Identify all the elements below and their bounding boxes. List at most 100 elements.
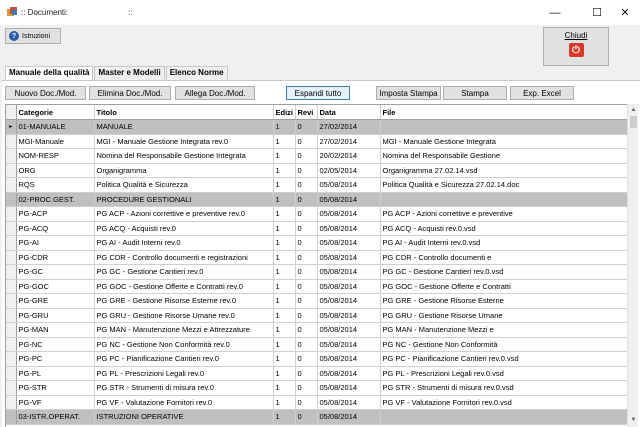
cell-titolo[interactable]: PG GOC - Gestione Offerte e Contratti re… (94, 279, 274, 294)
cell-file[interactable]: PG AI - Audit Interni rev.0.vsd (380, 235, 627, 251)
row-indicator[interactable] (6, 221, 17, 236)
cell-titolo[interactable]: PG VF - Valutazione Fornitori rev.0 (94, 395, 274, 410)
table-row[interactable]: PG-PL PG PL - Prescrizioni Legali rev.0 1 0… (6, 366, 627, 381)
cell-titolo[interactable]: PG ACP - Azioni correttive e preventive … (94, 206, 274, 222)
cell-data[interactable]: 05/08/2014 (317, 366, 381, 381)
stampa-button[interactable]: Stampa (443, 86, 507, 100)
table-row[interactable]: PG-PC PG PC - Pianificazione Cantieri rev… (6, 351, 627, 367)
cell-categoria[interactable]: PG-MAN (16, 322, 95, 338)
cell-categoria[interactable]: RQS (16, 177, 95, 193)
row-indicator[interactable] (6, 395, 17, 410)
chiudi-button[interactable]: Chiudi ⏻ (543, 27, 609, 66)
table-row[interactable]: ORG Organigramma 1 0 02/05/2014 Organigramma … (6, 163, 627, 178)
table-row[interactable]: RQS Politica Qualità e Sicurezza 1 0 05/08/2… (6, 177, 627, 193)
cell-file[interactable]: PG GRE - Gestione Risorse Esterne (380, 293, 627, 309)
table-row[interactable]: PG-GRE PG GRE - Gestione Risorse Esterne … (6, 293, 627, 309)
cell-categoria[interactable]: PG-CDR (16, 250, 95, 265)
row-indicator[interactable]: ▸ (6, 119, 17, 135)
cell-categoria[interactable]: PG-GOC (16, 279, 95, 294)
cell-edizione[interactable]: 1 (273, 119, 296, 135)
cell-categoria[interactable]: PG-GRE (16, 293, 95, 309)
cell-data[interactable]: 05/08/2014 (317, 395, 381, 410)
cell-file[interactable]: PG PL - Prescrizioni Legali rev.0.vsd (380, 366, 627, 381)
cell-revisione[interactable]: 0 (295, 148, 318, 164)
cell-titolo[interactable]: PG CDR - Controllo documenti e registraz… (94, 250, 274, 265)
tab-manuale-qualita[interactable]: Manuale della qualità (5, 66, 94, 81)
cell-edizione[interactable]: 1 (273, 322, 296, 338)
row-indicator[interactable] (6, 293, 17, 309)
cell-edizione[interactable]: 1 (273, 409, 296, 425)
cell-file[interactable]: PG ACQ - Acquisti rev.0.vsd (380, 221, 627, 236)
cell-data[interactable]: 05/08/2014 (317, 235, 381, 251)
cell-data[interactable]: 27/02/2014 (317, 134, 381, 149)
imposta-stampa-button[interactable]: Imposta Stampa (376, 86, 441, 100)
cell-edizione[interactable]: 1 (273, 221, 296, 236)
cell-titolo[interactable]: MGI - Manuale Gestione Integrata rev.0 (94, 134, 274, 149)
cell-data[interactable]: 05/08/2014 (317, 206, 381, 222)
cell-revisione[interactable]: 0 (295, 322, 318, 338)
cell-categoria[interactable]: ORG (16, 163, 95, 178)
cell-categoria[interactable]: PG-VF (16, 395, 95, 410)
row-indicator[interactable] (6, 177, 17, 193)
grid-scrollbar[interactable]: ▲ ▼ (627, 104, 638, 427)
row-indicator[interactable] (6, 322, 17, 338)
table-row[interactable]: PG-VF PG VF - Valutazione Fornitori rev.0… (6, 395, 627, 410)
cell-revisione[interactable]: 0 (295, 380, 318, 396)
row-indicator[interactable] (6, 409, 17, 425)
col-edizione[interactable]: Edizi (273, 105, 296, 120)
cell-file[interactable]: PG STR - Strumenti di misura rev.0.vsd (380, 380, 627, 396)
cell-file[interactable]: PG MAN - Manutenzione Mezzi e (380, 322, 627, 338)
cell-revisione[interactable]: 0 (295, 206, 318, 222)
cell-revisione[interactable]: 0 (295, 119, 318, 135)
row-indicator[interactable] (6, 192, 17, 207)
cell-edizione[interactable]: 1 (273, 235, 296, 251)
cell-titolo[interactable]: PG GRU - Gestione Risorse Umane rev.0 (94, 308, 274, 323)
cell-revisione[interactable]: 0 (295, 351, 318, 367)
cell-categoria[interactable]: PG-ACP (16, 206, 95, 222)
cell-edizione[interactable]: 1 (273, 206, 296, 222)
row-indicator[interactable] (6, 351, 17, 367)
cell-titolo[interactable]: PG PC - Pianificazione Cantieri rev.0 (94, 351, 274, 367)
cell-titolo[interactable]: PG STR - Strumenti di misura rev.0 (94, 380, 274, 396)
cell-file[interactable]: Nomina del Responsabile Gestione (380, 148, 627, 164)
cell-file[interactable]: PG NC - Gestione Non Conformità (380, 337, 627, 352)
cell-revisione[interactable]: 0 (295, 279, 318, 294)
table-group-row[interactable]: ▸ 01-MANUALE MANUALE 1 0 27/02/2014 (6, 119, 627, 135)
cell-categoria[interactable]: PG-PL (16, 366, 95, 381)
table-row[interactable]: PG-MAN PG MAN - Manutenzione Mezzi e Attr… (6, 322, 627, 338)
elimina-doc-button[interactable]: Elimina Doc./Mod. (89, 86, 171, 100)
cell-file[interactable]: MGI - Manuale Gestione Integrata (380, 134, 627, 149)
table-group-row[interactable]: 02-PROC.GEST. PROCEDURE GESTIONALI 1 0 05/08… (6, 192, 627, 207)
cell-revisione[interactable]: 0 (295, 366, 318, 381)
table-row[interactable]: PG-CDR PG CDR - Controllo documenti e reg… (6, 250, 627, 265)
espandi-tutto-button[interactable]: Espandi tutto (286, 86, 350, 100)
col-data[interactable]: Data (317, 105, 381, 120)
cell-titolo[interactable]: ISTRUZIONI OPERATIVE (94, 409, 274, 425)
cell-titolo[interactable]: PG MAN - Manutenzione Mezzi e Attrezzatu… (94, 322, 274, 338)
cell-titolo[interactable]: PG GRE - Gestione Risorse Esterne rev.0 (94, 293, 274, 309)
cell-data[interactable]: 05/08/2014 (317, 380, 381, 396)
cell-file[interactable]: PG GOC - Gestione Offerte e Contratti (380, 279, 627, 294)
table-row[interactable]: PG-ACP PG ACP - Azioni correttive e preve… (6, 206, 627, 222)
col-file[interactable]: File (380, 105, 627, 120)
cell-revisione[interactable]: 0 (295, 293, 318, 309)
cell-edizione[interactable]: 1 (273, 351, 296, 367)
table-row[interactable]: PG-GC PG GC - Gestione Cantieri rev.0 1 0 05… (6, 264, 627, 280)
cell-data[interactable]: 05/08/2014 (317, 177, 381, 193)
row-indicator[interactable] (6, 235, 17, 251)
cell-titolo[interactable]: MANUALE (94, 119, 274, 135)
documents-grid[interactable]: Categorie Titolo Edizi Revi Data File ▸ 0… (5, 104, 627, 427)
cell-categoria[interactable]: PG-GC (16, 264, 95, 280)
row-indicator[interactable] (6, 366, 17, 381)
close-window-button[interactable]: ✕ (608, 0, 640, 25)
cell-categoria[interactable]: PG-NC (16, 337, 95, 352)
minimize-button[interactable]: — (538, 0, 572, 25)
cell-file[interactable]: PG CDR - Controllo documenti e (380, 250, 627, 265)
cell-revisione[interactable]: 0 (295, 134, 318, 149)
cell-edizione[interactable]: 1 (273, 148, 296, 164)
cell-edizione[interactable]: 1 (273, 279, 296, 294)
scroll-thumb[interactable] (630, 116, 637, 128)
cell-edizione[interactable]: 1 (273, 366, 296, 381)
cell-data[interactable]: 05/08/2014 (317, 322, 381, 338)
table-row[interactable]: MGI-Manuale MGI - Manuale Gestione Integr… (6, 134, 627, 149)
